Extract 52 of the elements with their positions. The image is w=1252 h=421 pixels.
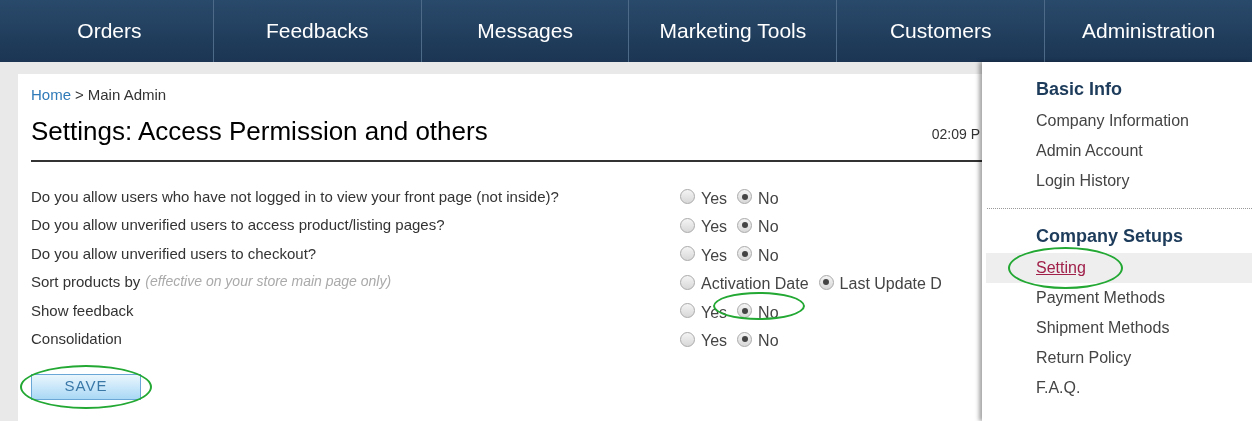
menu-link[interactable]: Return Policy (1036, 346, 1132, 370)
setting-label: Consolidation (31, 329, 122, 349)
radio-label: No (758, 188, 779, 209)
radio-label: Last Update D (839, 274, 942, 295)
menu-heading: Company Setups (1036, 226, 1184, 246)
radio-button[interactable] (680, 246, 695, 262)
radio-button[interactable] (737, 189, 753, 205)
nav-tab[interactable]: Feedbacks (265, 15, 369, 47)
setting-label: Show feedback (31, 300, 134, 321)
radio-button[interactable] (680, 189, 695, 205)
radio-label: No (758, 217, 779, 238)
radio-label: Yes (701, 331, 728, 352)
time-text: 02:09 P (931, 124, 980, 144)
radio-button[interactable] (737, 331, 753, 347)
nav-tab[interactable]: Orders (77, 15, 142, 47)
radio-button[interactable] (680, 331, 695, 347)
nav-tab[interactable]: Marketing Tools (659, 15, 807, 47)
setting-label: Do you allow unverified users to checkout? (31, 243, 317, 264)
menu-heading: Basic Info (1036, 79, 1123, 99)
radio-button[interactable] (680, 303, 695, 319)
radio-label: No (758, 302, 779, 323)
page-title: Settings: Access Permission and others (31, 114, 488, 148)
nav-tab[interactable]: Administration (1082, 15, 1216, 47)
radio-button[interactable] (680, 217, 695, 233)
menu-link[interactable]: F.A.Q. (1036, 376, 1081, 400)
setting-label: Do you allow users who have not logged in to view your front page (not inside)? (31, 186, 559, 207)
radio-label: No (758, 331, 779, 352)
radio-label: Yes (701, 188, 728, 209)
save-button[interactable]: SAVE (31, 373, 141, 400)
radio-label: Yes (701, 217, 728, 238)
menu-link[interactable]: Setting (1036, 256, 1086, 280)
breadcrumb-current: Main Admin (87, 85, 167, 105)
radio-button[interactable] (737, 246, 753, 262)
nav-tab[interactable]: Customers (889, 15, 992, 47)
radio-button[interactable] (737, 303, 753, 319)
radio-button[interactable] (818, 274, 834, 290)
setting-label: Do you allow unverified users to access product/listing pages? (31, 215, 445, 235)
breadcrumb-separator: > (75, 85, 84, 105)
menu-link[interactable]: Company Information (1036, 109, 1189, 133)
menu-link[interactable]: Shipment Methods (1036, 316, 1170, 340)
radio-button[interactable] (680, 274, 695, 290)
radio-label: No (758, 245, 779, 266)
radio-button[interactable] (737, 217, 753, 233)
radio-label: Yes (701, 245, 728, 266)
menu-link[interactable]: Admin Account (1036, 139, 1143, 163)
setting-note: (effective on your store main page only) (145, 272, 392, 291)
menu-link[interactable]: Login History (1036, 169, 1130, 193)
setting-label: Sort products by (31, 272, 141, 292)
menu-link[interactable]: Payment Methods (1036, 286, 1165, 310)
breadcrumb-link[interactable]: Home (31, 84, 71, 107)
nav-tab[interactable]: Messages (477, 15, 573, 47)
radio-label: Activation Date (701, 274, 809, 295)
